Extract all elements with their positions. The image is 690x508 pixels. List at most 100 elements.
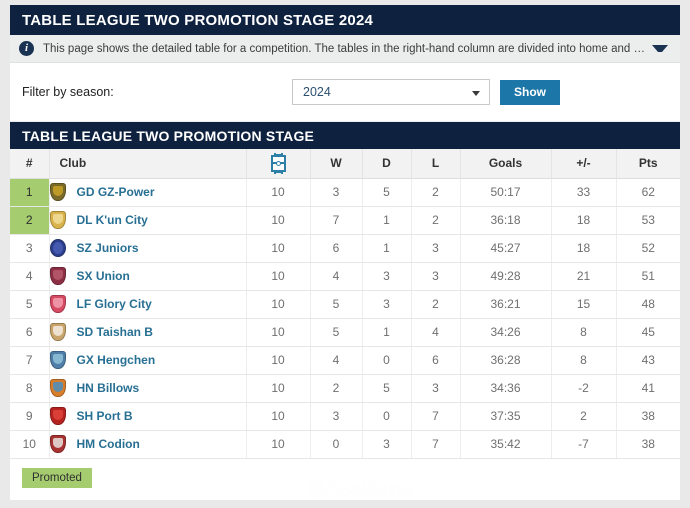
cell-matches-played: 10 (246, 206, 311, 235)
cell-draws: 3 (362, 430, 412, 459)
cell-wins: 6 (310, 234, 363, 263)
club-crest-icon (49, 267, 66, 285)
cell-rank: 6 (10, 318, 50, 347)
column-header-draws[interactable]: D (362, 149, 412, 179)
legend-promoted-chip: Promoted (22, 467, 92, 488)
info-icon: i (19, 41, 34, 56)
cell-points: 38 (616, 430, 680, 459)
cell-wins: 0 (310, 430, 363, 459)
table-row[interactable]: 9 SH Port B 10 3 0 7 37:35 2 38 (10, 402, 680, 431)
club-crest-icon (49, 323, 66, 341)
cell-rank: 5 (10, 290, 50, 319)
info-banner-text: This page shows the detailed table for a… (43, 42, 646, 55)
club-crest-icon (49, 183, 66, 201)
show-button[interactable]: Show (500, 79, 560, 105)
cell-matches-played: 10 (246, 234, 311, 263)
cell-club: SD Taishan B (49, 318, 247, 347)
table-row[interactable]: 2 DL K'un City 10 7 1 2 36:18 18 53 (10, 206, 680, 235)
cell-draws: 3 (362, 290, 412, 319)
table-row[interactable]: 6 SD Taishan B 10 5 1 4 34:26 8 45 (10, 318, 680, 347)
standings-panel: TABLE LEAGUE TWO PROMOTION STAGE 2024 i … (10, 5, 680, 500)
cell-draws: 5 (362, 374, 412, 403)
cell-points: 62 (616, 178, 680, 207)
cell-draws: 1 (362, 206, 412, 235)
table-row[interactable]: 10 HM Codion 10 0 3 7 35:42 -7 38 (10, 430, 680, 459)
table-row[interactable]: 4 SX Union 10 4 3 3 49:28 21 51 (10, 262, 680, 291)
table-row[interactable]: 3 SZ Juniors 10 6 1 3 45:27 18 52 (10, 234, 680, 263)
cell-goals: 36:18 (460, 206, 552, 235)
cell-goal-difference: 8 (551, 318, 617, 347)
cell-losses: 2 (411, 290, 461, 319)
season-select-value: 2024 (303, 85, 331, 99)
column-header-goal-difference[interactable]: +/- (551, 149, 617, 179)
cell-goals: 45:27 (460, 234, 552, 263)
club-name-link[interactable]: HM Codion (77, 437, 140, 451)
club-name-link[interactable]: SD Taishan B (77, 325, 153, 339)
cell-matches-played: 10 (246, 318, 311, 347)
cell-matches-played: 10 (246, 178, 311, 207)
club-crest-icon (49, 379, 66, 397)
table-row[interactable]: 5 LF Glory City 10 5 3 2 36:21 15 48 (10, 290, 680, 319)
column-header-points[interactable]: Pts (616, 149, 680, 179)
cell-matches-played: 10 (246, 290, 311, 319)
cell-goal-difference: 18 (551, 206, 617, 235)
club-name-link[interactable]: SZ Juniors (77, 241, 139, 255)
cell-goal-difference: 8 (551, 346, 617, 375)
cell-losses: 3 (411, 374, 461, 403)
cell-rank: 9 (10, 402, 50, 431)
standings-header-row: # Club W D L Goals +/- Pts (10, 149, 680, 179)
cell-wins: 5 (310, 318, 363, 347)
club-name-link[interactable]: GX Hengchen (77, 353, 156, 367)
cell-rank: 1 (10, 178, 50, 207)
cell-goal-difference: 15 (551, 290, 617, 319)
cell-rank: 10 (10, 430, 50, 459)
cell-goals: 50:17 (460, 178, 552, 207)
column-header-club[interactable]: Club (49, 149, 247, 179)
chevron-down-icon[interactable] (652, 45, 668, 52)
legend-row: Promoted (10, 458, 680, 500)
info-banner[interactable]: i This page shows the detailed table for… (10, 35, 680, 63)
club-name-link[interactable]: LF Glory City (77, 297, 152, 311)
column-header-wins[interactable]: W (310, 149, 363, 179)
cell-draws: 5 (362, 178, 412, 207)
cell-points: 45 (616, 318, 680, 347)
cell-goals: 34:26 (460, 318, 552, 347)
cell-goals: 36:28 (460, 346, 552, 375)
cell-draws: 0 (362, 346, 412, 375)
club-crest-icon (49, 407, 66, 425)
filter-season-label: Filter by season: (22, 85, 114, 99)
club-name-link[interactable]: DL K'un City (77, 213, 148, 227)
club-crest-icon (49, 295, 66, 313)
table-row[interactable]: 8 HN Billows 10 2 5 3 34:36 -2 41 (10, 374, 680, 403)
cell-goal-difference: 2 (551, 402, 617, 431)
season-select[interactable]: 2024 (292, 79, 490, 105)
cell-draws: 1 (362, 318, 412, 347)
table-row[interactable]: 7 GX Hengchen 10 4 0 6 36:28 8 43 (10, 346, 680, 375)
standings-table: # Club W D L Goals +/- Pts 1 GD GZ-Power… (10, 149, 680, 459)
club-name-link[interactable]: HN Billows (77, 381, 140, 395)
cell-points: 53 (616, 206, 680, 235)
table-row[interactable]: 1 GD GZ-Power 10 3 5 2 50:17 33 62 (10, 178, 680, 207)
cell-points: 52 (616, 234, 680, 263)
column-header-rank[interactable]: # (10, 149, 50, 179)
column-header-goals[interactable]: Goals (460, 149, 552, 179)
cell-club: GX Hengchen (49, 346, 247, 375)
cell-club: LF Glory City (49, 290, 247, 319)
cell-rank: 8 (10, 374, 50, 403)
column-header-matches-played[interactable] (246, 149, 311, 179)
club-name-link[interactable]: SX Union (77, 269, 130, 283)
cell-club: SX Union (49, 262, 247, 291)
club-name-link[interactable]: SH Port B (77, 409, 133, 423)
cell-draws: 1 (362, 234, 412, 263)
cell-wins: 2 (310, 374, 363, 403)
page-title-bar: TABLE LEAGUE TWO PROMOTION STAGE 2024 (10, 5, 680, 35)
cell-wins: 3 (310, 178, 363, 207)
column-header-losses[interactable]: L (411, 149, 461, 179)
cell-losses: 7 (411, 402, 461, 431)
cell-club: DL K'un City (49, 206, 247, 235)
cell-matches-played: 10 (246, 346, 311, 375)
cell-club: SZ Juniors (49, 234, 247, 263)
club-name-link[interactable]: GD GZ-Power (77, 185, 155, 199)
cell-goals: 49:28 (460, 262, 552, 291)
cell-club: SH Port B (49, 402, 247, 431)
